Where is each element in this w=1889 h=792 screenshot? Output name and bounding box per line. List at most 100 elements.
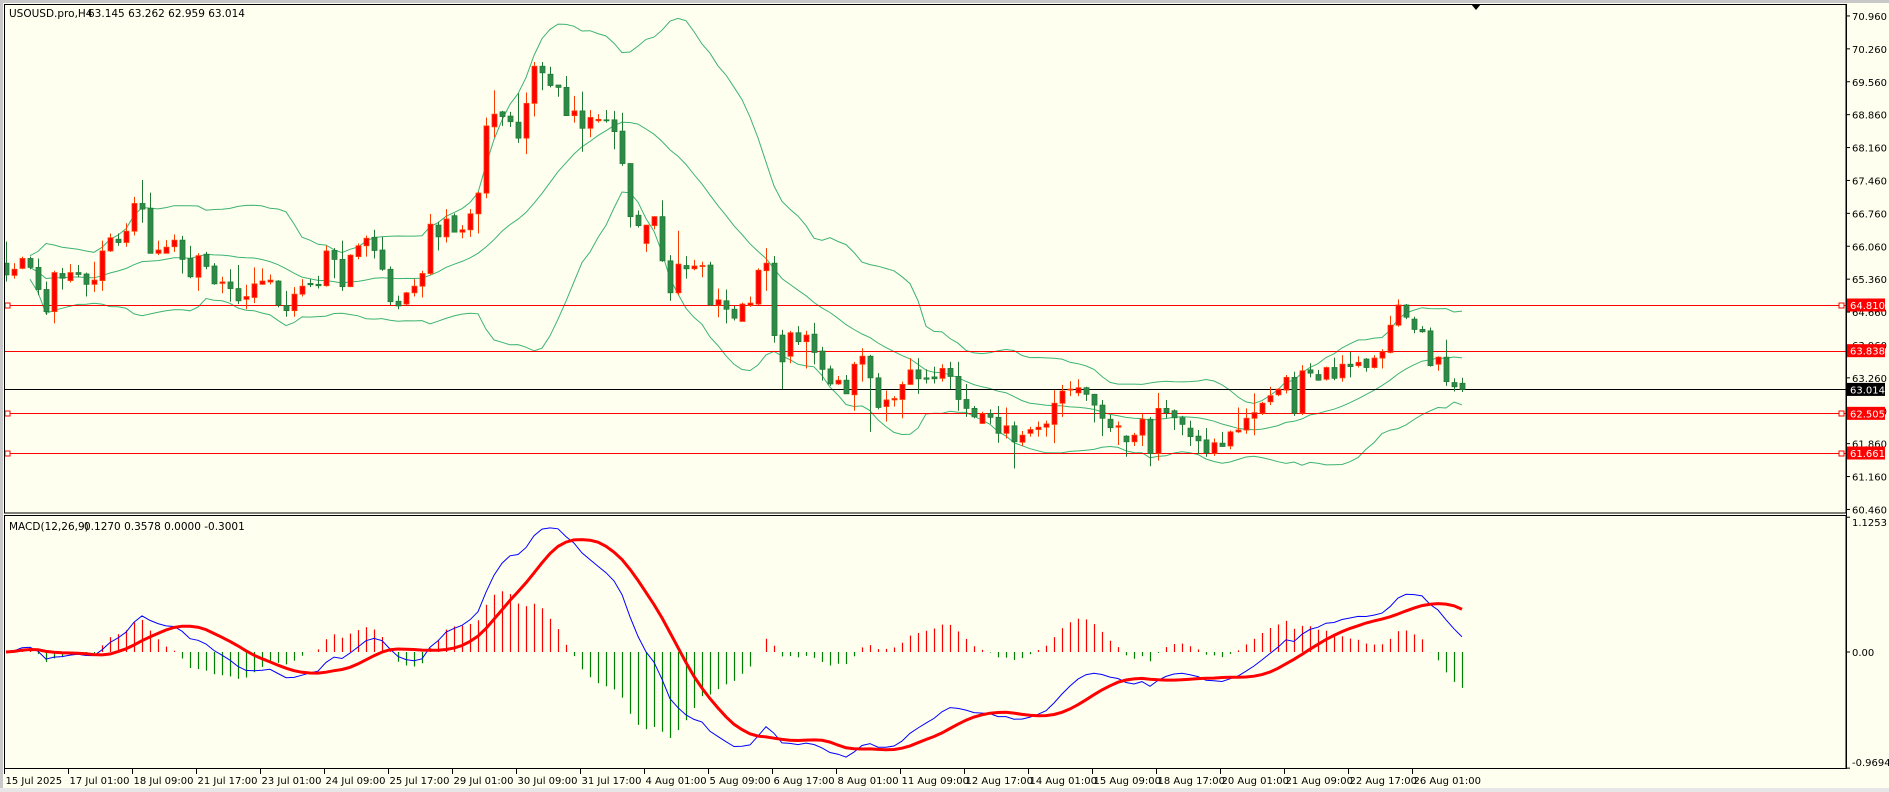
- level-anchor-handle[interactable]: [1838, 302, 1845, 309]
- bearish-candle: [635, 214, 642, 226]
- bearish-candle: [915, 369, 922, 380]
- bearish-candle: [35, 266, 42, 290]
- bearish-candle: [1083, 387, 1090, 395]
- time-axis-label: 5 Aug 09:00: [710, 776, 771, 787]
- bullish-candle: [1155, 407, 1162, 454]
- bearish-candle: [315, 283, 322, 287]
- bearish-candle: [1403, 304, 1410, 318]
- window-frame-bottom: [0, 788, 1889, 792]
- bullish-candle: [251, 283, 258, 298]
- bearish-candle: [227, 281, 234, 289]
- bullish-candle: [411, 285, 418, 294]
- bearish-candle: [539, 65, 546, 74]
- time-axis-label: 21 Aug 09:00: [1286, 776, 1353, 787]
- bullish-candle: [979, 413, 986, 424]
- bullish-candle: [91, 279, 98, 285]
- bearish-candle: [203, 253, 210, 267]
- price-chart[interactable]: 70.960 70.260 69.560 68.860 68.160 67.460 66.7…: [0, 0, 1889, 792]
- level-anchor-handle[interactable]: [5, 302, 11, 309]
- bullish-candle: [291, 293, 298, 312]
- bearish-candle: [667, 260, 674, 294]
- bearish-candle: [1427, 330, 1434, 367]
- price-axis-label: 65.360: [1852, 275, 1887, 286]
- bullish-candle: [883, 399, 890, 407]
- bearish-candle: [1107, 418, 1114, 429]
- bullish-candle: [1131, 434, 1138, 443]
- price-axis-label: 61.160: [1852, 473, 1887, 484]
- time-axis-label: 12 Aug 17:00: [966, 776, 1033, 787]
- bullish-candle: [171, 239, 178, 248]
- bullish-candle: [467, 213, 474, 231]
- bearish-candle: [547, 73, 554, 86]
- bearish-candle: [1443, 356, 1450, 383]
- bullish-candle: [355, 245, 362, 257]
- level-price-tag: 63.838: [1850, 347, 1885, 358]
- time-axis-label: 23 Jul 01:00: [262, 776, 322, 787]
- bullish-candle: [107, 237, 114, 252]
- bullish-candle: [419, 273, 426, 287]
- bearish-candle: [683, 265, 690, 270]
- bearish-candle: [139, 203, 146, 210]
- bullish-candle: [1299, 370, 1306, 414]
- time-axis-label: 15 Aug 09:00: [1094, 776, 1161, 787]
- bullish-candle: [595, 118, 602, 122]
- bullish-candle: [523, 102, 530, 139]
- bearish-candle: [555, 84, 562, 88]
- bearish-candle: [1331, 367, 1338, 379]
- bid-price-tag: 63.014: [1850, 385, 1885, 396]
- bullish-candle: [851, 363, 858, 396]
- bearish-candle: [955, 376, 962, 400]
- bearish-candle: [971, 407, 978, 418]
- macd-axis-label: 1.1253: [1852, 518, 1887, 529]
- bearish-candle: [731, 308, 738, 319]
- bearish-candle: [507, 115, 514, 123]
- bullish-candle: [299, 285, 306, 295]
- bearish-candle: [723, 300, 730, 310]
- bullish-candle: [1115, 425, 1122, 428]
- bearish-candle: [611, 119, 618, 132]
- bearish-candle: [283, 305, 290, 312]
- bearish-candle: [995, 416, 1002, 434]
- bearish-candle: [819, 350, 826, 370]
- bearish-candle: [1291, 376, 1298, 414]
- bearish-candle: [339, 259, 346, 288]
- bearish-candle: [1307, 369, 1314, 374]
- bearish-candle: [795, 332, 802, 343]
- bullish-candle: [1235, 429, 1242, 433]
- time-axis-label: 30 Jul 09:00: [518, 776, 578, 787]
- time-axis-label: 18 Aug 17:00: [1158, 776, 1225, 787]
- level-anchor-handle[interactable]: [5, 450, 11, 457]
- bullish-candle: [1003, 425, 1010, 434]
- bullish-candle: [491, 113, 498, 128]
- bullish-candle: [483, 125, 490, 194]
- bullish-candle: [459, 229, 466, 233]
- bearish-candle: [1091, 393, 1098, 406]
- bearish-candle: [659, 216, 666, 262]
- bearish-candle: [779, 334, 786, 363]
- bearish-candle: [603, 119, 610, 122]
- bearish-candle: [43, 289, 50, 312]
- bullish-candle: [99, 250, 106, 281]
- bullish-candle: [443, 218, 450, 238]
- price-axis-label: 66.060: [1852, 242, 1887, 253]
- time-axis-label: 21 Jul 17:00: [198, 776, 258, 787]
- level-anchor-handle[interactable]: [1838, 450, 1845, 457]
- bearish-candle: [1123, 435, 1130, 443]
- bearish-candle: [1347, 363, 1354, 367]
- price-axis-label: 66.760: [1852, 209, 1887, 220]
- bearish-candle: [83, 273, 90, 285]
- level-anchor-handle[interactable]: [5, 410, 11, 417]
- bullish-candle: [1339, 363, 1346, 379]
- bullish-candle: [859, 355, 866, 365]
- level-anchor-handle[interactable]: [1838, 410, 1845, 417]
- bullish-candle: [131, 203, 138, 232]
- ohlc-values-label: 63.145 63.262 62.959 63.014: [88, 8, 245, 20]
- bearish-candle: [1203, 439, 1210, 453]
- bullish-candle: [267, 279, 274, 283]
- bullish-candle: [763, 262, 770, 272]
- time-axis-label: 25 Jul 17:00: [390, 776, 450, 787]
- bullish-candle: [67, 272, 74, 281]
- bullish-candle: [1387, 324, 1394, 353]
- bullish-candle: [1051, 402, 1058, 425]
- bullish-candle: [835, 379, 842, 385]
